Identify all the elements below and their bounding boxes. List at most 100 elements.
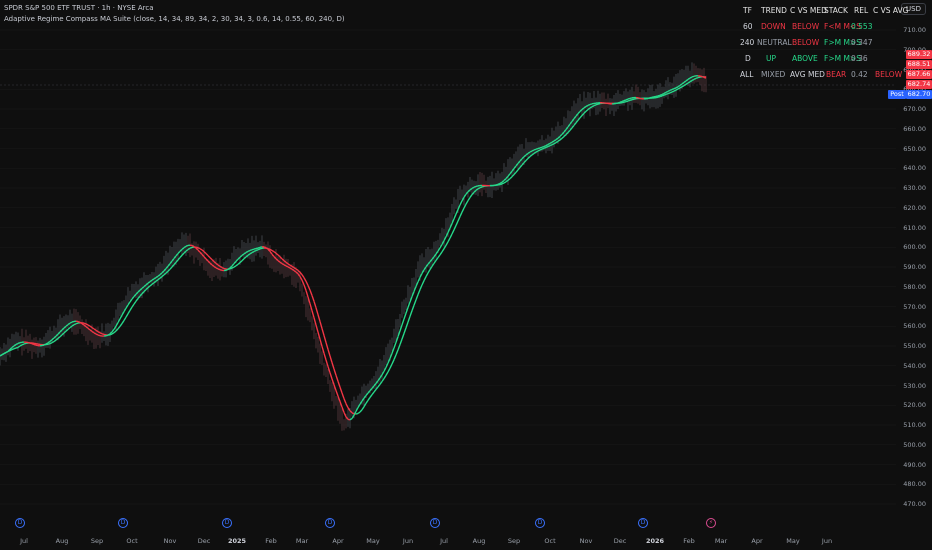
slow-ma-segment	[551, 143, 555, 146]
slow-ma-segment	[119, 323, 123, 327]
fast-ma-segment	[315, 324, 319, 333]
indicator-legend[interactable]: Adaptive Regime Compass MA Suite (close,…	[4, 14, 345, 25]
slow-ma-segment	[85, 323, 89, 326]
slow-ma-segment	[597, 102, 601, 105]
dividend-icon[interactable]: D	[430, 518, 440, 528]
slow-ma-segment	[681, 84, 685, 88]
price-tick-label: 570.00	[903, 302, 926, 311]
cell-rel: 0.42	[851, 70, 868, 79]
slow-ma-segment	[421, 280, 425, 286]
cell-cvsmed: BELOW	[792, 38, 820, 47]
slow-ma-segment	[509, 176, 513, 180]
slow-ma-segment	[627, 99, 631, 102]
fast-ma-segment	[625, 98, 629, 101]
dividend-icon[interactable]: D	[638, 518, 648, 528]
fast-ma-segment	[31, 343, 35, 346]
fast-ma-segment	[671, 88, 675, 91]
dividend-icon[interactable]: D	[118, 518, 128, 528]
fast-ma-segment	[621, 100, 625, 103]
slow-ma-segment	[303, 277, 307, 282]
cell-stack: BEAR	[826, 70, 847, 79]
slow-ma-segment	[393, 354, 397, 360]
fast-ma-segment	[547, 142, 551, 146]
slow-ma-segment	[133, 300, 137, 305]
fast-ma-segment	[5, 350, 9, 354]
slow-ma-segment	[445, 241, 449, 246]
col-cvsavg: C VS AVG	[873, 6, 909, 15]
slow-ma-segment	[525, 157, 529, 161]
slow-ma-segment	[631, 98, 635, 101]
slow-ma-segment	[659, 95, 663, 98]
time-tick-label: Mar	[714, 537, 728, 545]
price-tick-label: 590.00	[903, 263, 926, 271]
fast-ma-segment	[219, 269, 223, 271]
dividend-icon[interactable]: D	[535, 518, 545, 528]
fast-ma-segment	[667, 89, 671, 92]
price-tick-label: 470.00	[903, 500, 926, 508]
fast-ma-segment	[531, 149, 535, 152]
fast-ma-segment	[283, 264, 287, 267]
cell-rel: 0.36	[851, 54, 868, 63]
slow-ma-segment	[399, 338, 403, 345]
fast-ma-segment	[665, 90, 669, 93]
slow-ma-segment	[21, 343, 25, 346]
fast-ma-segment	[701, 75, 705, 78]
symbol-title[interactable]: SPDR S&P 500 ETF TRUST · 1h · NYSE Arca	[4, 3, 345, 14]
fast-ma-segment	[329, 372, 333, 380]
cell-tf: D	[745, 54, 751, 63]
earnings-flash-icon[interactable]: ⚡	[706, 518, 716, 528]
slow-ma-segment	[457, 216, 461, 222]
price-tick-label: 520.00	[903, 401, 926, 410]
fast-ma-segment	[253, 247, 257, 250]
price-tick-label: 540.00	[903, 361, 926, 370]
price-tick-label: 660.00	[903, 124, 926, 133]
time-tick-label: Sep	[90, 537, 104, 545]
fast-ma-segment	[669, 88, 673, 92]
slow-ma-segment	[207, 255, 211, 259]
slow-ma-segment	[395, 349, 399, 356]
slow-ma-segment	[223, 267, 227, 270]
slow-ma-segment	[231, 266, 235, 269]
col-rel: REL	[854, 6, 869, 15]
price-tick-label: 490.00	[903, 460, 926, 469]
fast-ma-segment	[1, 352, 5, 356]
fast-ma-segment	[43, 343, 47, 346]
slow-ma-segment	[49, 342, 53, 345]
fast-ma-segment	[97, 334, 101, 337]
slow-ma-segment	[11, 348, 15, 351]
slow-ma-segment	[401, 333, 405, 340]
slow-ma-segment	[99, 332, 103, 335]
dividend-icon[interactable]: D	[325, 518, 335, 528]
dividend-icon[interactable]: D	[222, 518, 232, 528]
time-tick-label: Jul	[20, 537, 28, 545]
fast-ma-segment	[617, 101, 621, 104]
time-tick-label: May	[786, 537, 800, 545]
fast-ma-segment	[335, 390, 339, 397]
price-tick-label: 710.00	[903, 26, 926, 34]
slow-ma-segment	[135, 298, 139, 302]
slow-ma-segment	[465, 200, 469, 205]
fast-ma-segment	[323, 352, 327, 361]
slow-ma-segment	[117, 325, 121, 330]
slow-ma-segment	[357, 411, 361, 415]
price-chart[interactable]	[0, 0, 932, 550]
slow-ma-segment	[327, 349, 331, 357]
dividend-icon[interactable]: D	[15, 518, 25, 528]
fast-ma-segment	[217, 268, 221, 271]
slow-ma-segment	[149, 283, 153, 287]
fast-ma-segment	[649, 96, 653, 99]
slow-ma-segment	[345, 403, 349, 409]
fast-ma-segment	[657, 94, 661, 97]
fast-ma-segment	[455, 209, 459, 215]
col-tf: TF	[743, 6, 752, 15]
slow-ma-segment	[73, 323, 77, 326]
fast-ma-segment	[629, 97, 633, 100]
fast-ma-segment	[673, 87, 677, 90]
slow-ma-segment	[199, 248, 203, 251]
fast-ma-segment	[689, 76, 693, 79]
cell-trend: UP	[766, 54, 777, 63]
slow-ma-segment	[365, 399, 369, 404]
slow-ma-segment	[377, 383, 381, 388]
fast-ma-segment	[589, 103, 593, 106]
price-tick-label: 560.00	[903, 322, 926, 331]
